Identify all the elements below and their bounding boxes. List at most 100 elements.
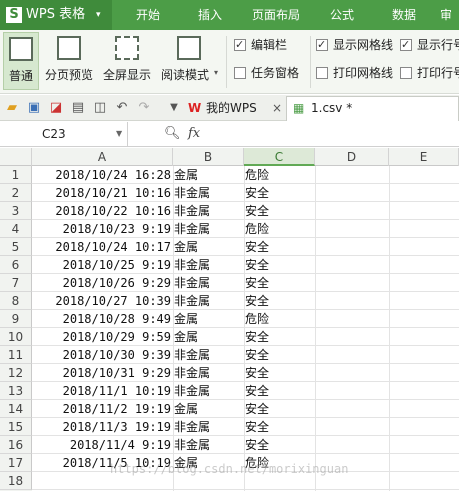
cell-datetime[interactable]: 2018/10/24 10:17 [32,238,172,256]
cell-status[interactable]: 安全 [244,382,314,400]
column-header-d[interactable]: D [315,148,389,166]
print-gridlines-checkbox[interactable]: 打印网格线 [316,64,400,82]
page-break-preview-button[interactable]: 分页预览 [42,32,96,90]
cell-material[interactable]: 金属 [173,328,243,346]
cell-material[interactable]: 非金属 [173,418,243,436]
task-pane-checkbox[interactable]: 任务窗格 [234,64,310,82]
row-header[interactable]: 7 [0,274,32,292]
cell-material[interactable]: 金属 [173,238,243,256]
cell-grid[interactable]: 2018/10/24 16:28 金属 危险 2018/10/21 10:16 非金属安… [32,166,459,491]
edit-bar-checkbox[interactable]: 编辑栏 [234,36,306,54]
tab-my-wps[interactable]: W 我的WPS × [184,97,284,119]
fx-icon[interactable]: fx [188,122,200,146]
cell-status[interactable]: 安全 [244,400,314,418]
row-header[interactable]: 8 [0,292,32,310]
cell-material[interactable]: 非金属 [173,436,243,454]
tab-page-layout[interactable]: 页面布局 [244,0,308,30]
cell-datetime[interactable]: 2018/10/27 10:39 [32,292,172,310]
row-header[interactable]: 16 [0,436,32,454]
column-header-c[interactable]: C [244,148,315,166]
cell-material[interactable]: 金属 [173,166,243,184]
row-header[interactable]: 3 [0,202,32,220]
cell-status[interactable]: 安全 [244,346,314,364]
row-header[interactable]: 14 [0,400,32,418]
cell-status[interactable]: 安全 [244,364,314,382]
column-header-e[interactable]: E [389,148,459,166]
cell-status[interactable]: 安全 [244,292,314,310]
cell-material[interactable]: 金属 [173,310,243,328]
tab-formulas[interactable]: 公式 [316,0,368,30]
cell-datetime[interactable]: 2018/11/4 9:19 [32,436,172,454]
row-header[interactable]: 1 [0,166,32,184]
cell-status[interactable]: 安全 [244,202,314,220]
select-all-corner[interactable] [0,148,32,166]
full-screen-button[interactable]: 全屏显示 [100,32,154,90]
undo-icon[interactable]: ↶ [114,100,130,116]
cell-material[interactable]: 非金属 [173,220,243,238]
cell-datetime[interactable]: 2018/11/1 10:19 [32,382,172,400]
print-icon[interactable]: ▤ [70,100,86,116]
cell-status[interactable]: 安全 [244,418,314,436]
normal-view-button[interactable]: 普通 [3,32,39,90]
tab-review[interactable]: 审 [440,0,459,30]
cell-datetime[interactable]: 2018/10/24 16:28 [32,166,172,184]
cell-material[interactable]: 非金属 [173,346,243,364]
cell-material[interactable]: 非金属 [173,382,243,400]
row-header[interactable]: 5 [0,238,32,256]
row-header[interactable]: 9 [0,310,32,328]
cell-status[interactable]: 安全 [244,436,314,454]
row-header[interactable]: 15 [0,418,32,436]
cell-material[interactable]: 非金属 [173,274,243,292]
show-gridlines-checkbox[interactable]: 显示网格线 [316,36,400,54]
row-header[interactable]: 13 [0,382,32,400]
print-preview-icon[interactable]: ◫ [92,100,108,116]
tab-data[interactable]: 数据 [378,0,430,30]
cell-material[interactable]: 非金属 [173,364,243,382]
row-header[interactable]: 6 [0,256,32,274]
cell-status[interactable]: 危险 [244,166,314,184]
cell-status[interactable]: 安全 [244,274,314,292]
cell-datetime[interactable]: 2018/11/2 19:19 [32,400,172,418]
column-header-a[interactable]: A [32,148,173,166]
cell-datetime[interactable]: 2018/10/29 9:59 [32,328,172,346]
cell-status[interactable]: 危险 [244,310,314,328]
cell-datetime[interactable]: 2018/11/3 19:19 [32,418,172,436]
cell-status[interactable]: 安全 [244,184,314,202]
open-folder-icon[interactable]: ▰ [4,100,20,116]
save-icon[interactable]: ▣ [26,100,42,116]
cell-status[interactable]: 安全 [244,256,314,274]
row-header[interactable]: 18 [0,472,32,490]
row-header[interactable]: 10 [0,328,32,346]
tab-home[interactable]: 开始 [120,0,176,30]
cell-datetime[interactable]: 2018/10/30 9:39 [32,346,172,364]
formula-input[interactable] [222,122,459,146]
reading-mode-button[interactable]: 阅读模式 ▾ [158,32,220,90]
cell-datetime[interactable]: 2018/10/25 9:19 [32,256,172,274]
row-header[interactable]: 11 [0,346,32,364]
cell-datetime[interactable]: 2018/10/21 10:16 [32,184,172,202]
cell-material[interactable]: 非金属 [173,184,243,202]
row-header[interactable]: 4 [0,220,32,238]
print-row-col-checkbox[interactable]: 打印行号 [400,64,459,82]
close-icon[interactable]: × [272,97,282,119]
cell-material[interactable]: 金属 [173,400,243,418]
name-box[interactable]: C23 ▼ [0,122,128,146]
cell-material[interactable]: 非金属 [173,292,243,310]
cell-status[interactable]: 安全 [244,328,314,346]
column-header-b[interactable]: B [173,148,244,166]
zoom-search-icon[interactable]: 🔍︎ [164,122,181,146]
app-menu-button[interactable]: S WPS 表格 ▾ [0,0,112,30]
row-header[interactable]: 17 [0,454,32,472]
export-pdf-icon[interactable]: ◪ [48,100,64,116]
cell-datetime[interactable]: 2018/10/23 9:19 [32,220,172,238]
show-row-col-checkbox[interactable]: 显示行号 [400,36,459,54]
row-header[interactable]: 12 [0,364,32,382]
chevron-down-icon[interactable]: ▼ [166,100,182,116]
cell-datetime[interactable]: 2018/10/28 9:49 [32,310,172,328]
cell-datetime[interactable]: 2018/10/31 9:29 [32,364,172,382]
tab-insert[interactable]: 插入 [184,0,236,30]
row-header[interactable]: 2 [0,184,32,202]
cell-datetime[interactable]: 2018/10/26 9:29 [32,274,172,292]
cell-material[interactable]: 非金属 [173,202,243,220]
redo-icon[interactable]: ↷ [136,100,152,116]
